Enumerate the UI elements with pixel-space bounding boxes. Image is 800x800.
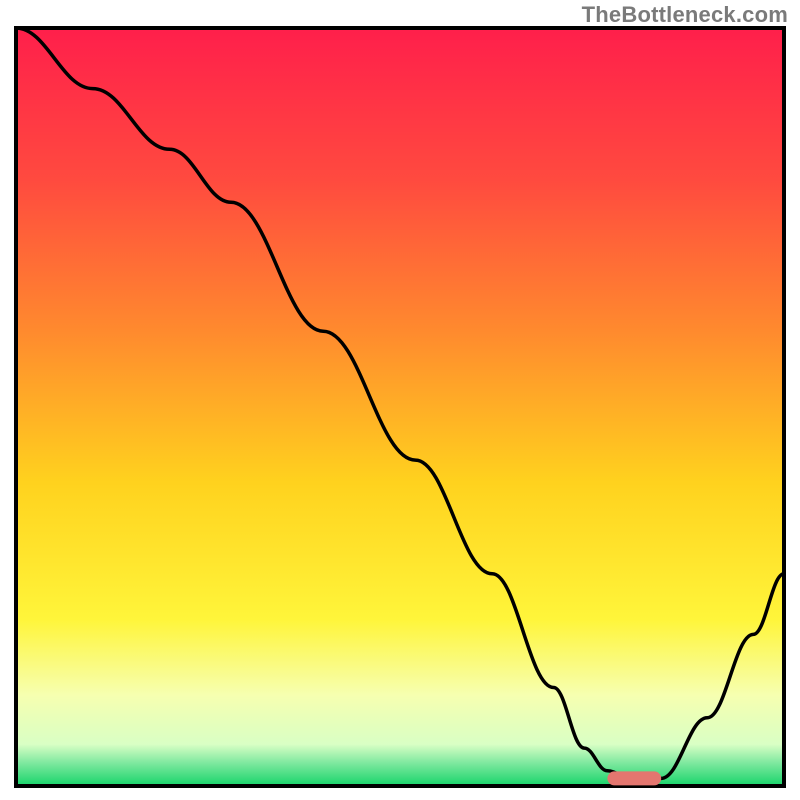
chart-container: TheBottleneck.com bbox=[0, 0, 800, 800]
bottleneck-chart bbox=[0, 0, 800, 800]
optimum-marker bbox=[607, 771, 661, 785]
plot-background bbox=[16, 28, 784, 786]
